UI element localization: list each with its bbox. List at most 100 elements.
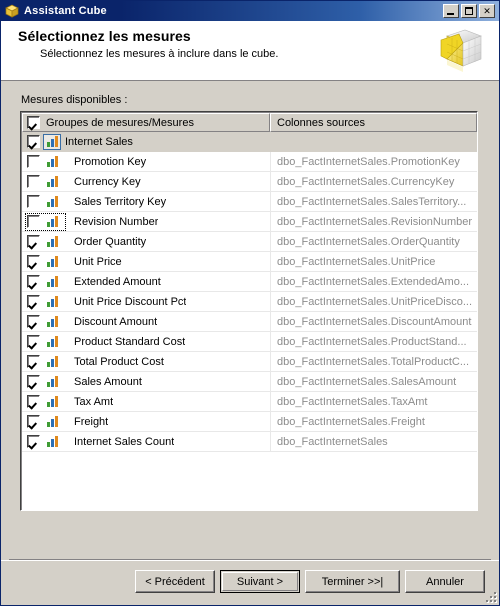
measure-label: Product Standard Cost xyxy=(74,335,186,348)
maximize-button[interactable] xyxy=(461,4,477,18)
source-column-cell xyxy=(271,132,477,151)
table-row[interactable]: Total Product Cost dbo_FactInternetSales.… xyxy=(22,352,477,372)
measure-checkbox[interactable] xyxy=(27,355,40,368)
finish-button[interactable]: Terminer >>| xyxy=(305,570,400,593)
measure-label: Promotion Key xyxy=(74,155,147,168)
bar-chart-icon xyxy=(44,195,60,209)
measure-checkbox[interactable] xyxy=(27,335,40,348)
title-bar[interactable]: Assistant Cube ✕ xyxy=(1,1,499,21)
measure-label: Internet Sales Count xyxy=(74,435,175,448)
measure-checkbox[interactable] xyxy=(27,175,40,188)
table-row[interactable]: Promotion Key dbo_FactInternetSales.Promo… xyxy=(22,152,477,172)
measure-name-cell: Product Standard Cost xyxy=(22,332,271,351)
measure-checkbox[interactable] xyxy=(27,135,40,148)
measure-label: Freight xyxy=(74,415,109,428)
table-row[interactable]: Extended Amount dbo_FactInternetSales.Ext… xyxy=(22,272,477,292)
close-button[interactable]: ✕ xyxy=(479,4,495,18)
table-row[interactable]: Unit Price Discount Pct dbo_FactInternetS… xyxy=(22,292,477,312)
measure-name-cell: Sales Territory Key xyxy=(22,192,271,211)
table-row[interactable]: Order Quantity dbo_FactInternetSales.Orde… xyxy=(22,232,477,252)
measure-checkbox[interactable] xyxy=(27,295,40,308)
source-column-cell: dbo_FactInternetSales xyxy=(277,435,388,448)
measure-checkbox[interactable] xyxy=(27,255,40,268)
table-row[interactable]: Freight dbo_FactInternetSales.Freight xyxy=(22,412,477,432)
bar-chart-icon xyxy=(44,335,60,349)
back-button-label: < Précédent xyxy=(145,575,205,588)
measure-checkbox[interactable] xyxy=(27,235,40,248)
next-button[interactable]: Suivant > xyxy=(220,570,300,593)
source-column-cell: dbo_FactInternetSales.ProductStand... xyxy=(277,335,467,348)
bar-chart-icon xyxy=(44,255,60,269)
measure-name-cell: Internet Sales xyxy=(22,132,271,151)
measure-label: Total Product Cost xyxy=(74,355,164,368)
column-header-sources-label: Colonnes sources xyxy=(277,116,366,129)
table-row[interactable]: Product Standard Cost dbo_FactInternetSal… xyxy=(22,332,477,352)
bar-chart-icon xyxy=(44,355,60,369)
cancel-button[interactable]: Annuler xyxy=(405,570,485,593)
row-content xyxy=(25,393,66,411)
table-row[interactable]: Tax Amt dbo_FactInternetSales.TaxAmt xyxy=(22,392,477,412)
table-row[interactable]: Currency Key dbo_FactInternetSales.Curren… xyxy=(22,172,477,192)
wizard-header: Sélectionnez les mesures Sélectionnez le… xyxy=(1,21,499,81)
table-row[interactable]: Discount Amount dbo_FactInternetSales.Dis… xyxy=(22,312,477,332)
measure-name-cell: Extended Amount xyxy=(22,272,271,291)
measure-name-cell: Unit Price Discount Pct xyxy=(22,292,271,311)
measure-checkbox[interactable] xyxy=(27,415,40,428)
column-header-measures[interactable]: Groupes de mesures/Mesures xyxy=(22,113,270,132)
measure-checkbox[interactable] xyxy=(27,315,40,328)
measure-label: Internet Sales xyxy=(65,135,133,148)
measure-name-cell: Unit Price xyxy=(22,252,271,271)
measure-checkbox[interactable] xyxy=(27,215,40,228)
source-column-cell: dbo_FactInternetSales.SalesAmount xyxy=(277,375,457,388)
measure-label: Currency Key xyxy=(74,175,141,188)
measure-checkbox[interactable] xyxy=(27,155,40,168)
measure-label: Sales Amount xyxy=(74,375,142,388)
measure-checkbox[interactable] xyxy=(27,395,40,408)
table-row[interactable]: Sales Territory Key dbo_FactInternetSales… xyxy=(22,192,477,212)
row-content xyxy=(25,233,66,251)
table-row[interactable]: Unit Price dbo_FactInternetSales.UnitPric… xyxy=(22,252,477,272)
measure-name-cell: Internet Sales Count xyxy=(22,432,271,451)
table-row[interactable]: Sales Amount dbo_FactInternetSales.SalesA… xyxy=(22,372,477,392)
close-icon: ✕ xyxy=(483,5,491,16)
source-column-cell: dbo_FactInternetSales.Freight xyxy=(277,415,425,428)
bar-chart-icon xyxy=(44,375,60,389)
row-content xyxy=(25,253,66,271)
cube-icon xyxy=(4,3,20,19)
measure-label: Discount Amount xyxy=(74,315,158,328)
source-column-cell: dbo_FactInternetSales.TaxAmt xyxy=(277,395,428,408)
measure-checkbox[interactable] xyxy=(27,435,40,448)
row-content xyxy=(25,373,66,391)
measure-name-cell: Total Product Cost xyxy=(22,352,271,371)
table-row[interactable]: Internet Sales xyxy=(22,132,477,152)
measure-checkbox[interactable] xyxy=(27,375,40,388)
bar-chart-icon xyxy=(44,235,60,249)
bar-chart-icon xyxy=(44,435,60,449)
wizard-body: Mesures disponibles : Groupes de mesures… xyxy=(1,81,499,540)
measure-label: Tax Amt xyxy=(74,395,114,408)
measure-label: Unit Price Discount Pct xyxy=(74,295,187,308)
measure-label: Extended Amount xyxy=(74,275,161,288)
window-controls: ✕ xyxy=(443,4,497,18)
bar-chart-icon xyxy=(44,155,60,169)
measures-row-container: Internet Sales Promotion Key dbo_FactInter… xyxy=(22,132,477,452)
back-button[interactable]: < Précédent xyxy=(135,570,215,593)
select-all-checkbox[interactable] xyxy=(27,116,40,129)
row-content xyxy=(25,153,66,171)
measure-checkbox[interactable] xyxy=(27,195,40,208)
source-column-cell: dbo_FactInternetSales.ExtendedAmo... xyxy=(277,275,470,288)
measures-listbox[interactable]: Groupes de mesures/Mesures Colonnes sour… xyxy=(20,111,478,511)
measure-checkbox[interactable] xyxy=(27,275,40,288)
resize-grip[interactable] xyxy=(484,590,497,603)
measure-name-cell: Tax Amt xyxy=(22,392,271,411)
source-column-cell: dbo_FactInternetSales.SalesTerritory... xyxy=(277,195,467,208)
table-row[interactable]: Revision Number dbo_FactInternetSales.Rev… xyxy=(22,212,477,232)
measure-name-cell: Order Quantity xyxy=(22,232,271,251)
table-row[interactable]: Internet Sales Count dbo_FactInternetSale… xyxy=(22,432,477,452)
column-header-sources[interactable]: Colonnes sources xyxy=(270,113,477,132)
source-column-cell: dbo_FactInternetSales.UnitPrice xyxy=(277,255,436,268)
measure-name-cell: Sales Amount xyxy=(22,372,271,391)
minimize-button[interactable] xyxy=(443,4,459,18)
measure-name-cell: Currency Key xyxy=(22,172,271,191)
row-content xyxy=(25,353,66,371)
